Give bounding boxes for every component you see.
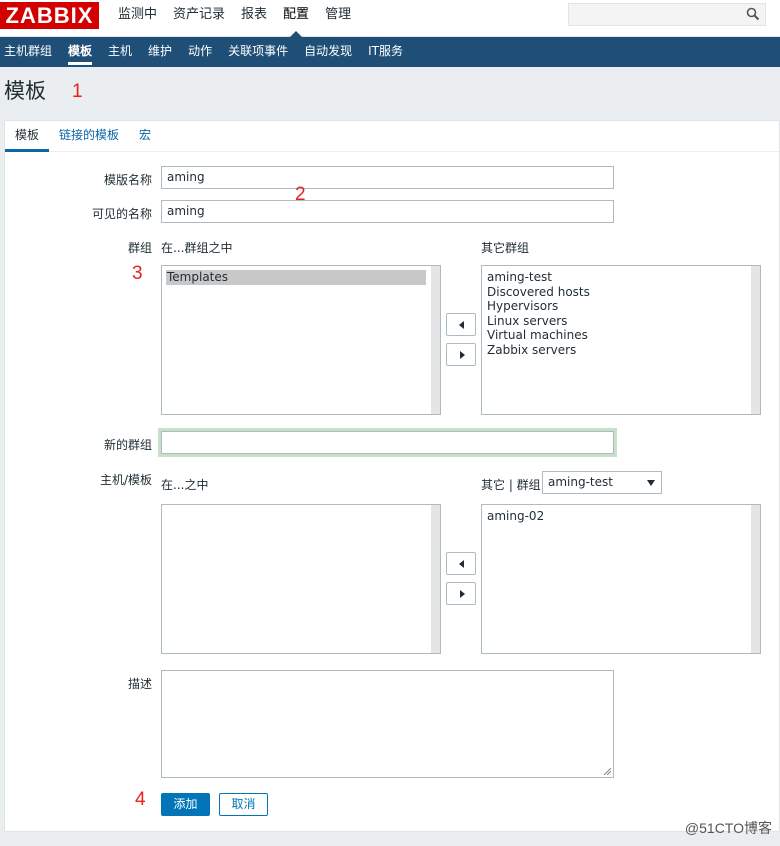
menu-administration[interactable]: 管理	[317, 0, 359, 37]
tab-macros[interactable]: 宏	[139, 121, 151, 152]
description-textarea[interactable]	[161, 670, 614, 778]
watermark: @51CTO博客	[684, 820, 772, 836]
arrow-right-icon	[460, 590, 465, 598]
hosts-other-listbox[interactable]: aming-02	[481, 504, 761, 654]
list-item[interactable]: Discovered hosts	[482, 285, 760, 300]
hosts-label: 主机/模板	[99, 473, 152, 487]
annotation-1: 1	[72, 81, 83, 102]
hosts-in-title: 在...之中	[161, 478, 209, 492]
new-group-label: 新的群组	[103, 438, 152, 452]
cancel-button[interactable]: 取消	[219, 793, 268, 816]
submenu-hosts[interactable]: 主机	[100, 37, 140, 67]
add-group-button[interactable]	[446, 313, 476, 336]
list-item[interactable]: Virtual machines	[482, 328, 760, 343]
groups-in-listbox[interactable]: Templates	[161, 265, 441, 415]
description-label: 描述	[127, 677, 152, 691]
add-button[interactable]: 添加	[161, 793, 210, 816]
groups-other-title: 其它群组	[481, 241, 530, 255]
scrollbar[interactable]	[431, 505, 440, 653]
template-name-label: 模版名称	[103, 173, 152, 187]
groups-label: 群组	[127, 241, 152, 255]
list-item[interactable]: aming-02	[482, 509, 760, 524]
group-select[interactable]: aming-test	[542, 471, 662, 494]
submenu-it-services[interactable]: IT服务	[360, 37, 411, 67]
remove-group-button[interactable]	[446, 343, 476, 366]
top-bar: ZABBIX 监测中 资产记录 报表 配置 管理	[0, 0, 780, 37]
visible-name-label: 可见的名称	[91, 207, 152, 221]
add-host-button[interactable]	[446, 552, 476, 575]
groups-other-listbox[interactable]: aming-test Discovered hosts Hypervisors …	[481, 265, 761, 415]
tab-bar: 模板 链接的模板 宏	[5, 121, 779, 152]
arrow-left-icon	[459, 321, 464, 329]
new-group-input[interactable]	[161, 431, 614, 454]
submenu-host-groups[interactable]: 主机群组	[0, 37, 60, 67]
menu-reports[interactable]: 报表	[233, 0, 275, 37]
menu-inventory[interactable]: 资产记录	[165, 0, 233, 37]
hosts-in-listbox[interactable]	[161, 504, 441, 654]
list-item[interactable]: aming-test	[482, 270, 760, 285]
arrow-left-icon	[459, 560, 464, 568]
resize-grip-icon[interactable]	[603, 767, 611, 775]
submenu-discovery[interactable]: 自动发现	[296, 37, 360, 67]
submenu-templates[interactable]: 模板	[60, 37, 100, 67]
menu-configuration[interactable]: 配置	[275, 0, 317, 37]
scrollbar[interactable]	[751, 505, 760, 653]
top-menu: 监测中 资产记录 报表 配置 管理	[110, 0, 359, 37]
annotation-4: 4	[135, 789, 146, 810]
list-item[interactable]: Linux servers	[482, 314, 760, 329]
search-input[interactable]	[568, 3, 766, 26]
template-name-input[interactable]: aming	[161, 166, 614, 189]
group-select-value: aming-test	[548, 475, 613, 489]
groups-in-title: 在...群组之中	[161, 241, 233, 255]
tab-template[interactable]: 模板	[5, 121, 49, 152]
list-item[interactable]: Hypervisors	[482, 299, 760, 314]
arrow-right-icon	[460, 351, 465, 359]
list-item[interactable]: Zabbix servers	[482, 343, 760, 358]
page-title: 模板	[4, 79, 46, 103]
submenu-actions[interactable]: 动作	[180, 37, 220, 67]
menu-monitoring[interactable]: 监测中	[110, 0, 165, 37]
remove-host-button[interactable]	[446, 582, 476, 605]
tab-linked-templates[interactable]: 链接的模板	[59, 121, 119, 152]
chevron-down-icon	[647, 480, 655, 486]
form-panel: 模板 链接的模板 宏 模版名称 aming 2 可见的名称 aming 群组 在…	[4, 120, 780, 832]
scrollbar[interactable]	[751, 266, 760, 414]
annotation-3: 3	[132, 263, 143, 284]
scrollbar[interactable]	[431, 266, 440, 414]
submenu-maintenance[interactable]: 维护	[140, 37, 180, 67]
list-item[interactable]: Templates	[166, 270, 426, 285]
hosts-other-title: 其它 | 群组	[481, 478, 541, 492]
search-icon[interactable]	[746, 7, 760, 21]
zabbix-logo[interactable]: ZABBIX	[0, 2, 99, 29]
submenu-event-correlation[interactable]: 关联项事件	[220, 37, 296, 67]
visible-name-input[interactable]: aming	[161, 200, 614, 223]
sub-menu: 主机群组 模板 主机 维护 动作 关联项事件 自动发现 IT服务	[0, 37, 780, 67]
